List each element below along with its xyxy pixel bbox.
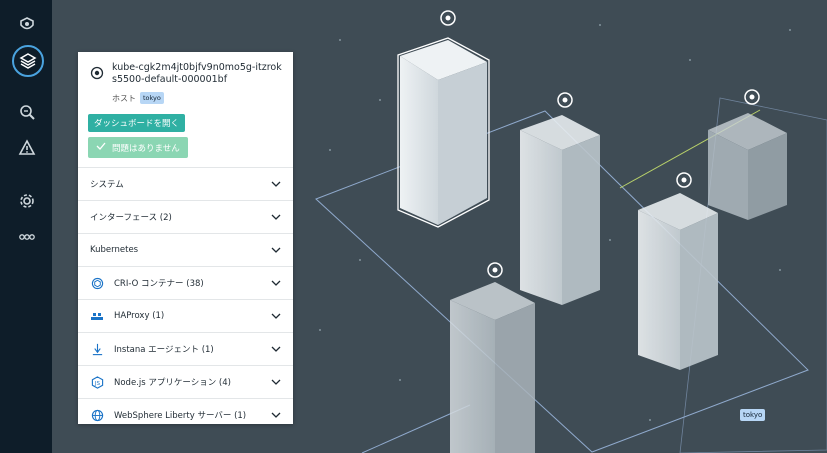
section-system[interactable]: システム	[78, 167, 293, 200]
no-issues-label: 問題はありません	[112, 143, 180, 154]
section-crio-containers[interactable]: CRI-O コンテナー (38)	[78, 266, 293, 299]
chevron-down-icon	[271, 313, 281, 319]
zone-tag[interactable]: tokyo	[140, 92, 164, 104]
host-tower[interactable]	[708, 113, 787, 220]
nodejs-icon: JS	[90, 375, 104, 389]
host-details-panel: kube-cgk2m4jt0bjfv9n0mo5g-itzroks5500-de…	[78, 52, 293, 424]
alert-icon[interactable]	[12, 133, 42, 163]
host-icon	[90, 66, 104, 80]
section-list: システム インターフェース (2) Kubernetes CRI-O コンテナー…	[78, 167, 293, 431]
chevron-down-icon	[271, 280, 281, 286]
left-sidebar	[0, 0, 52, 453]
chevron-down-icon	[271, 379, 281, 385]
host-tower[interactable]	[638, 193, 718, 370]
chevron-down-icon	[271, 412, 281, 418]
section-kubernetes[interactable]: Kubernetes	[78, 233, 293, 266]
host-tower-selected[interactable]	[397, 37, 490, 228]
layers-icon[interactable]	[12, 45, 44, 77]
chevron-down-icon	[271, 214, 281, 220]
chevron-down-icon	[271, 181, 281, 187]
more-icon[interactable]	[12, 222, 42, 252]
instana-agent-icon	[90, 342, 104, 356]
section-websphere-liberty[interactable]: WebSphere Liberty サーバー (1)	[78, 398, 293, 431]
map-zone-tag[interactable]: tokyo	[740, 409, 766, 421]
section-interfaces[interactable]: インターフェース (2)	[78, 200, 293, 233]
section-instana-agent[interactable]: Instana エージェント (1)	[78, 332, 293, 365]
eye-logo-icon[interactable]	[12, 10, 42, 40]
host-name: kube-cgk2m4jt0bjfv9n0mo5g-itzroks5500-de…	[112, 62, 282, 85]
haproxy-icon	[90, 309, 104, 323]
analyze-icon[interactable]	[12, 97, 42, 127]
section-nodejs-apps[interactable]: JS Node.js アプリケーション (4)	[78, 365, 293, 398]
websphere-icon	[90, 408, 104, 422]
chevron-down-icon	[271, 346, 281, 352]
chevron-down-icon	[271, 247, 281, 253]
host-tower[interactable]	[520, 115, 600, 305]
open-dashboard-button[interactable]: ダッシュボードを開く	[88, 114, 186, 132]
host-tower[interactable]	[450, 282, 535, 453]
settings-icon[interactable]	[12, 186, 42, 216]
check-icon	[96, 141, 106, 154]
no-issues-button[interactable]: 問題はありません	[88, 137, 188, 158]
host-label: ホスト	[112, 93, 136, 103]
svg-text:JS: JS	[93, 380, 100, 386]
crio-icon	[90, 276, 104, 290]
section-haproxy[interactable]: HAProxy (1)	[78, 299, 293, 332]
